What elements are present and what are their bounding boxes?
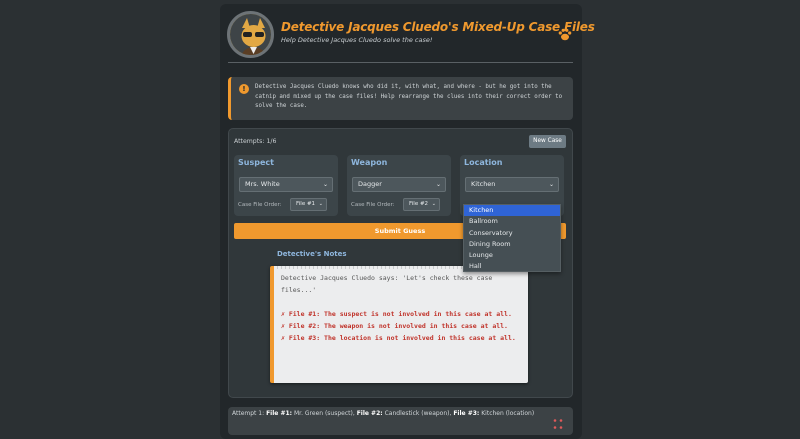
dropdown-option[interactable]: Conservatory bbox=[464, 228, 560, 239]
paw-icon bbox=[557, 26, 573, 42]
dropdown-option[interactable]: Lounge bbox=[464, 250, 560, 261]
clue-line: ✗ File #3: The location is not involved … bbox=[281, 334, 516, 342]
weapon-order-label: Case File Order: bbox=[351, 202, 395, 208]
chevron-down-icon: ⌄ bbox=[435, 181, 441, 188]
paw-prints-icon bbox=[553, 415, 563, 429]
suspect-order-select[interactable]: File #1 ⌄ bbox=[290, 198, 327, 211]
cat-detective-avatar bbox=[227, 11, 274, 58]
weapon-select[interactable]: Dagger ⌄ bbox=[352, 177, 446, 192]
attempt-row: Attempt 1: File #1: Mr. Green (suspect),… bbox=[232, 410, 535, 417]
page-subtitle: Help Detective Jacques Cluedo solve the … bbox=[281, 36, 433, 44]
info-text: Detective Jacques Cluedo knows who did i… bbox=[255, 84, 563, 109]
location-select[interactable]: Kitchen ⌄ bbox=[465, 177, 559, 192]
info-banner: ! Detective Jacques Cluedo knows who did… bbox=[228, 77, 573, 120]
page-title: Detective Jacques Cluedo's Mixed-Up Case… bbox=[281, 20, 595, 34]
weapon-order-select[interactable]: File #2 ⌄ bbox=[403, 198, 440, 211]
chevron-down-icon: ⌄ bbox=[318, 201, 323, 207]
attempts-counter: Attempts: 1/6 bbox=[234, 138, 277, 145]
suspect-select[interactable]: Mrs. White ⌄ bbox=[239, 177, 333, 192]
location-title: Location bbox=[464, 158, 503, 167]
clue-line: ✗ File #2: The weapon is not involved in… bbox=[281, 322, 508, 330]
weapon-title: Weapon bbox=[351, 158, 388, 167]
dropdown-option[interactable]: Hall bbox=[464, 261, 560, 272]
chevron-down-icon: ⌄ bbox=[322, 181, 328, 188]
new-case-button[interactable]: New Case bbox=[529, 135, 566, 148]
clue-line: ✗ File #1: The suspect is not involved i… bbox=[281, 310, 512, 318]
notes-intro: Detective Jacques Cluedo says: 'Let's ch… bbox=[281, 274, 493, 294]
dropdown-option[interactable]: Kitchen bbox=[464, 205, 560, 217]
info-icon: ! bbox=[239, 84, 249, 94]
chevron-down-icon: ⌄ bbox=[548, 181, 554, 188]
notes-title: Detective's Notes bbox=[277, 250, 347, 258]
dropdown-option[interactable]: Ballroom bbox=[464, 216, 560, 227]
header-divider bbox=[228, 62, 573, 63]
location-dropdown: Kitchen Ballroom Conservatory Dining Roo… bbox=[463, 204, 561, 272]
detective-notes: Detective Jacques Cluedo says: 'Let's ch… bbox=[270, 266, 528, 383]
suspect-card: Suspect Mrs. White ⌄ Case File Order: Fil… bbox=[234, 155, 338, 216]
attempt-history: Attempt 1: File #1: Mr. Green (suspect),… bbox=[228, 407, 573, 435]
chevron-down-icon: ⌄ bbox=[431, 201, 436, 207]
dropdown-option[interactable]: Dining Room bbox=[464, 239, 560, 250]
suspect-order-label: Case File Order: bbox=[238, 202, 282, 208]
suspect-title: Suspect bbox=[238, 158, 274, 167]
weapon-card: Weapon Dagger ⌄ Case File Order: File #2 ⌄ bbox=[347, 155, 451, 216]
